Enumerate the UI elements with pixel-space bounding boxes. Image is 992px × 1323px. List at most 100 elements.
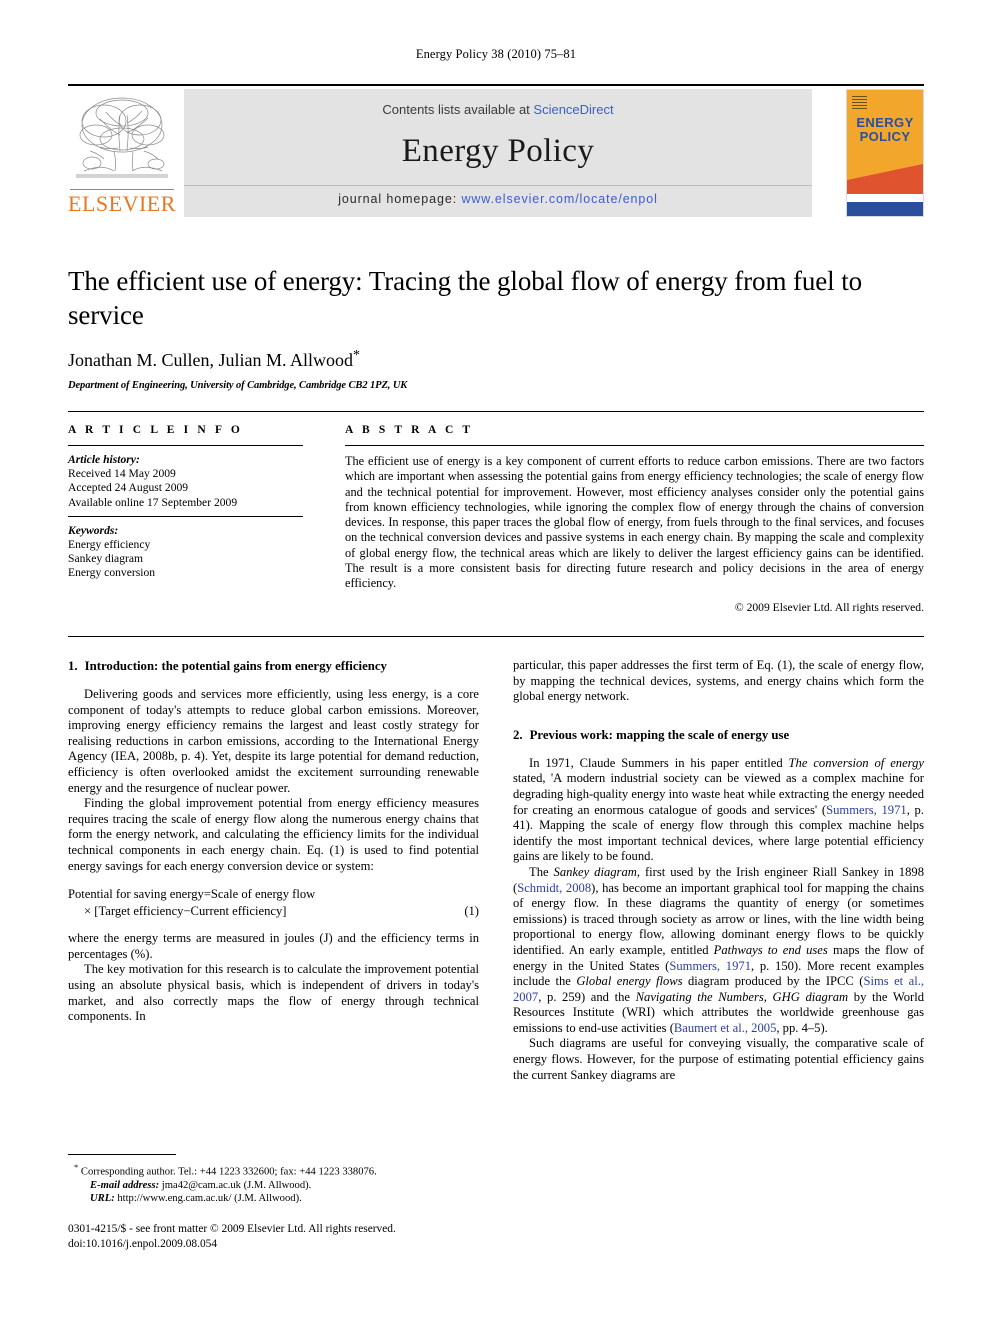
masthead-top-rule [68,84,924,86]
footnote-rule [68,1154,176,1155]
contents-list-line: Contents lists available at ScienceDirec… [184,102,812,117]
italic-title: Pathways to end uses [713,942,828,957]
cover-white-gap [847,194,923,202]
body-column-right: particular, this paper addresses the fir… [513,658,924,1083]
issn-copyright-line: 0301-4215/$ - see front matter © 2009 El… [68,1223,396,1235]
section-heading-2: 2. Previous work: mapping the scale of en… [513,727,924,743]
italic-title: The conversion of energy [788,755,924,770]
text-run: In 1971, Claude Summers in his paper ent… [529,755,789,770]
section-1-number: 1. [68,659,78,673]
paragraph: particular, this paper addresses the fir… [513,658,924,704]
paragraph: The Sankey diagram, first used by the Ir… [513,865,924,1037]
text-run: , p. 259) and the [538,989,636,1004]
homepage-prefix: journal homepage: [338,192,462,206]
article-info-separator [68,515,303,517]
section-1-title: Introduction: the potential gains from e… [84,659,387,673]
history-item: Received 14 May 2009 [68,467,176,481]
corresponding-author-footnote: * Corresponding author. Tel.: +44 1223 3… [68,1161,479,1179]
journal-homepage-line: journal homepage: www.elsevier.com/locat… [184,192,812,206]
cover-mini-elsevier-icon [852,94,867,113]
article-history-group: Article history: Received 14 May 2009 Ac… [68,453,303,510]
body-column-left: 1. Introduction: the potential gains from… [68,658,479,1025]
doi-line[interactable]: doi:10.1016/j.enpol.2009.08.054 [68,1237,479,1252]
cover-title-line2: POLICY [859,129,911,144]
keyword-item: Energy efficiency [68,538,151,552]
homepage-url-link[interactable]: www.elsevier.com/locate/enpol [461,192,657,206]
abstract-column: A B S T R A C T The efficient use of ene… [345,424,924,614]
copyright-line: © 2009 Elsevier Ltd. All rights reserved… [734,600,924,614]
elsevier-wordmark: ELSEVIER [68,191,176,216]
paragraph: where the energy terms are measured in j… [68,931,479,961]
email-value[interactable]: jma42@cam.ac.uk (J.M. Allwood). [159,1180,312,1191]
page-title: The efficient use of energy: Tracing the… [68,266,863,330]
abstract-heading-rule [345,445,924,446]
authors-names: Jonathan M. Cullen, Julian M. Allwood [68,350,353,370]
paragraph: Finding the global improvement potential… [68,796,479,873]
title-block: The efficient use of energy: Tracing the… [68,264,924,391]
email-footnote: E-mail address: jma42@cam.ac.uk (J.M. Al… [68,1179,479,1192]
corresponding-author-marker: * [353,348,360,363]
keywords-label: Keywords: [68,523,119,537]
equation-line-2: × [Target efficiency−Current efficiency] [84,903,287,918]
cover-title: ENERGY POLICY [847,116,923,144]
section-heading-1: 1. Introduction: the potential gains from… [68,658,479,674]
running-head: Energy Policy 38 (2010) 75–81 [415,47,577,61]
footnote-star-marker: * [74,1162,79,1172]
abstract-text: The efficient use of energy is a key com… [345,454,924,591]
article-first-page: Energy Policy 38 (2010) 75–81 ELSEVIER C… [0,0,992,1323]
elsevier-logo: ELSEVIER [68,89,176,217]
journal-cover-thumbnail: ENERGY POLICY [846,89,924,217]
paragraph: Such diagrams are useful for conveying v… [513,1036,924,1082]
history-item: Available online 17 September 2009 [68,495,238,509]
cover-wave-graphic [847,164,923,194]
paragraph: In 1971, Claude Summers in his paper ent… [513,756,924,865]
keywords-group: Keywords: Energy efficiency Sankey diagr… [68,524,303,581]
affiliation: Department of Engineering, University of… [68,380,408,391]
text-run: , pp. 4–5). [776,1020,828,1035]
sciencedirect-link[interactable]: ScienceDirect [533,102,613,117]
equation-1: Potential for saving energy=Scale of ene… [68,886,479,919]
url-footnote: URL: http://www.eng.cam.ac.uk/ (J.M. All… [68,1192,479,1205]
homepage-divider [184,185,812,186]
italic-title: Navigating the Numbers, GHG diagram [635,989,849,1004]
footnote-block: * Corresponding author. Tel.: +44 1223 3… [68,1161,479,1206]
footnote-text: Corresponding author. Tel.: +44 1223 332… [80,1166,377,1178]
history-item: Accepted 24 August 2009 [68,481,189,495]
info-band-top-rule [68,411,924,412]
keyword-item: Energy conversion [68,566,156,580]
abstract-heading: A B S T R A C T [345,424,474,436]
keyword-item: Sankey diagram [68,552,144,566]
citation-link[interactable]: Baumert et al., 2005 [674,1021,776,1035]
journal-title: Energy Policy [401,133,595,169]
cover-blue-band [847,202,923,216]
italic-title: Global energy flows [576,974,683,989]
contents-prefix: Contents lists available at [382,102,534,117]
paragraph: Delivering goods and services more effic… [68,687,479,795]
sciencedirect-band: Contents lists available at ScienceDirec… [184,89,812,217]
paragraph: The key motivation for this research is … [68,962,479,1024]
citation-link[interactable]: Summers, 1971 [826,803,907,817]
section-2-title: Previous work: mapping the scale of ener… [529,727,790,742]
article-info-heading-rule [68,445,303,446]
citation-link[interactable]: Summers, 1971 [669,959,751,973]
article-info-heading: A R T I C L E I N F O [68,424,243,436]
url-value[interactable]: http://www.eng.cam.ac.uk/ (J.M. Allwood)… [115,1193,301,1204]
section-2-number: 2. [513,727,523,742]
elsevier-logo-rule [70,189,174,190]
cover-title-line1: ENERGY [856,115,914,130]
equation-number: (1) [464,903,479,918]
info-band-bottom-rule [68,636,924,637]
imprint-block: 0301-4215/$ - see front matter © 2009 El… [68,1222,479,1251]
article-info-column: A R T I C L E I N F O Article history: R… [68,424,303,581]
italic-title: Sankey diagram [553,864,637,879]
elsevier-tree-icon [76,97,168,178]
text-run: diagram produced by the IPCC ( [682,974,864,989]
email-label: E-mail address: [90,1179,160,1191]
author-list: Jonathan M. Cullen, Julian M. Allwood* [68,348,924,371]
citation-link[interactable]: Schmidt, 2008 [517,881,591,895]
journal-masthead: ELSEVIER Contents lists available at Sci… [68,84,924,218]
article-history-label: Article history: [68,453,140,466]
equation-line-1: Potential for saving energy=Scale of ene… [68,887,316,902]
text-run: The [529,864,554,879]
url-label: URL: [90,1193,115,1205]
